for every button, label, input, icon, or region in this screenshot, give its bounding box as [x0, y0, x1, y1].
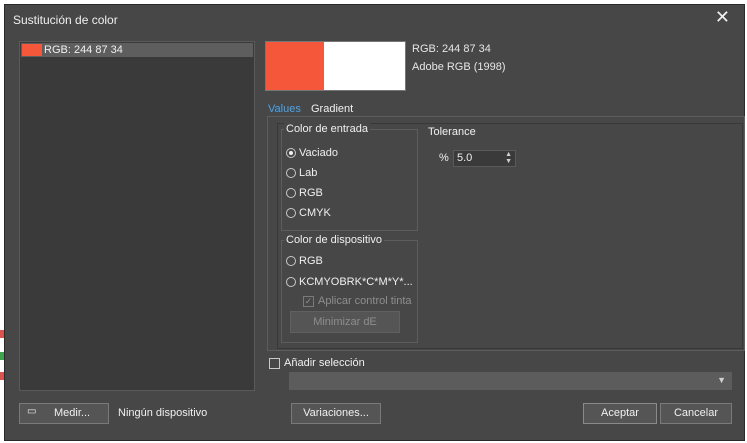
color-replacement-dialog: Sustitución de color ✕ RGB: 244 87 34 RG…: [4, 4, 745, 441]
radio-dot: [286, 168, 296, 178]
radio-device-kcmyobrk[interactable]: KCMYOBRK*C*M*Y*...: [286, 276, 413, 288]
radio-label: KCMYOBRK*C*M*Y*...: [299, 276, 413, 288]
variations-button[interactable]: Variaciones...: [291, 403, 381, 424]
dialog-title: Sustitución de color: [13, 13, 118, 27]
radio-label: Lab: [299, 167, 318, 179]
add-selection-checkbox[interactable]: Añadir selección: [269, 357, 365, 369]
checkbox-label: Añadir selección: [284, 357, 365, 369]
target-color-preview: [324, 42, 405, 90]
color-swatch: [22, 44, 42, 56]
list-item-label: RGB: 244 87 34: [44, 44, 123, 56]
radio-rgb[interactable]: RGB: [286, 187, 323, 199]
tolerance-title: Tolerance: [428, 126, 476, 138]
radio-vaciado[interactable]: Vaciado: [286, 147, 338, 159]
minimize-de-button[interactable]: Minimizar dE: [290, 311, 400, 333]
checkbox-label: Aplicar control tinta: [318, 295, 412, 307]
radio-dot: [286, 208, 296, 218]
tab-values[interactable]: Values: [268, 103, 301, 115]
instrument-icon: ▭: [27, 406, 37, 417]
checkbox-box: [269, 357, 280, 369]
measure-button-label: Medir...: [54, 407, 91, 419]
color-list[interactable]: RGB: 244 87 34: [19, 41, 255, 391]
color-profile-label: Adobe RGB (1998): [412, 61, 506, 73]
accept-button[interactable]: Aceptar: [583, 403, 657, 424]
color-preview: [265, 41, 406, 91]
tolerance-value: 5.0: [457, 152, 473, 164]
measure-button[interactable]: ▭ Medir...: [19, 403, 109, 424]
radio-lab[interactable]: Lab: [286, 167, 317, 179]
radio-dot: [286, 256, 296, 266]
tolerance-unit: %: [439, 152, 449, 164]
device-color-group-title: Color de dispositivo: [284, 234, 384, 246]
tab-gradient[interactable]: Gradient: [311, 103, 353, 115]
color-value-label: RGB: 244 87 34: [412, 43, 491, 55]
close-icon[interactable]: ✕: [715, 7, 730, 28]
title-bar: Sustitución de color ✕: [5, 5, 744, 33]
cancel-button[interactable]: Cancelar: [660, 403, 732, 424]
spinner-arrows-icon[interactable]: ▲ ▼: [505, 151, 512, 165]
check-icon: ✓: [303, 295, 314, 307]
tolerance-spinner[interactable]: 5.0 ▲ ▼: [453, 150, 516, 167]
radio-dot: [286, 188, 296, 198]
radio-label: RGB: [299, 255, 323, 267]
device-status: Ningún dispositivo: [118, 407, 208, 419]
selection-dropdown[interactable]: ▼: [289, 372, 732, 390]
list-item[interactable]: RGB: 244 87 34: [21, 43, 253, 57]
source-color-preview: [266, 42, 324, 90]
radio-device-rgb[interactable]: RGB: [286, 255, 323, 267]
radio-label: CMYK: [299, 207, 331, 219]
chevron-down-icon[interactable]: ▼: [717, 375, 726, 385]
radio-dot: [286, 277, 296, 287]
radio-cmyk[interactable]: CMYK: [286, 207, 331, 219]
radio-dot-selected: [286, 148, 296, 158]
radio-label: Vaciado: [299, 147, 338, 159]
apply-ink-control-checkbox[interactable]: ✓ Aplicar control tinta: [303, 295, 412, 307]
radio-label: RGB: [299, 187, 323, 199]
input-color-group-title: Color de entrada: [284, 123, 370, 135]
